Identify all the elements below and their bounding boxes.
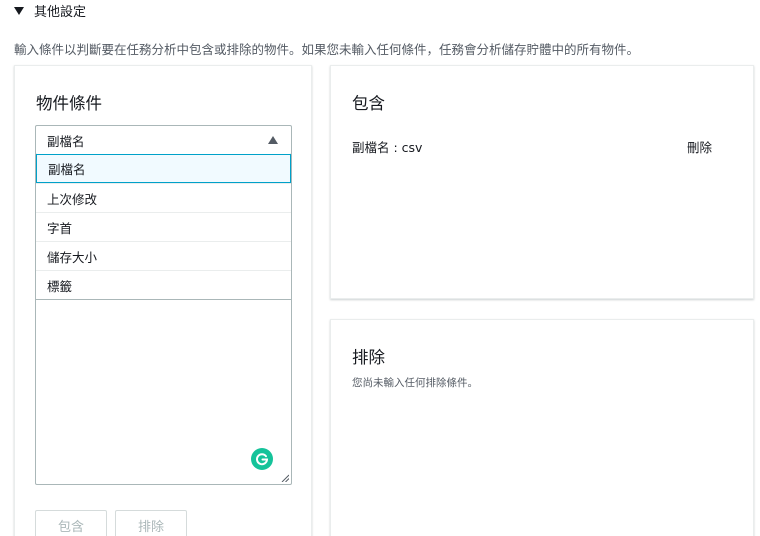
caret-up-icon xyxy=(268,136,278,144)
additional-settings-toggle[interactable]: 其他設定 xyxy=(14,1,86,20)
include-button[interactable]: 包含 xyxy=(35,510,107,536)
section-description: 輸入條件以判斷要在任務分析中包含或排除的物件。如果您未輸入任何條件，任務會分析儲… xyxy=(14,42,640,57)
include-condition-text: 副檔名 : csv xyxy=(352,140,423,155)
option-last-modified[interactable]: 上次修改 xyxy=(36,183,291,212)
include-condition-row: 副檔名 : csv 刪除 xyxy=(352,137,712,156)
panel-title-exclude: 排除 xyxy=(352,348,385,367)
delete-condition-link[interactable]: 刪除 xyxy=(687,137,712,156)
option-tag[interactable]: 標籤 xyxy=(36,270,291,299)
panel-title-include: 包含 xyxy=(352,94,385,113)
option-storage-size[interactable]: 儲存大小 xyxy=(36,241,291,270)
section-title: 其他設定 xyxy=(34,5,87,20)
select-value: 副檔名 xyxy=(47,133,85,149)
exclude-panel: 排除 您尚未輸入任何排除條件。 xyxy=(330,319,754,536)
option-prefix[interactable]: 字首 xyxy=(36,212,291,241)
grammarly-icon[interactable] xyxy=(251,448,273,470)
panel-title-object-conditions: 物件條件 xyxy=(36,94,102,113)
exclude-empty-text: 您尚未輸入任何排除條件。 xyxy=(352,377,478,389)
condition-type-dropdown: 副檔名 上次修改 字首 儲存大小 標籤 xyxy=(35,154,292,300)
exclude-button[interactable]: 排除 xyxy=(115,510,187,536)
object-conditions-panel: 物件條件 副檔名 副檔名 上次修改 字首 儲存大小 標籤 包含 排除 xyxy=(14,65,312,536)
resize-grip-icon[interactable] xyxy=(281,474,289,482)
caret-down-icon xyxy=(14,6,24,15)
option-file-extension[interactable]: 副檔名 xyxy=(36,154,291,183)
include-panel: 包含 副檔名 : csv 刪除 xyxy=(330,65,754,299)
condition-type-select[interactable]: 副檔名 xyxy=(35,125,292,155)
